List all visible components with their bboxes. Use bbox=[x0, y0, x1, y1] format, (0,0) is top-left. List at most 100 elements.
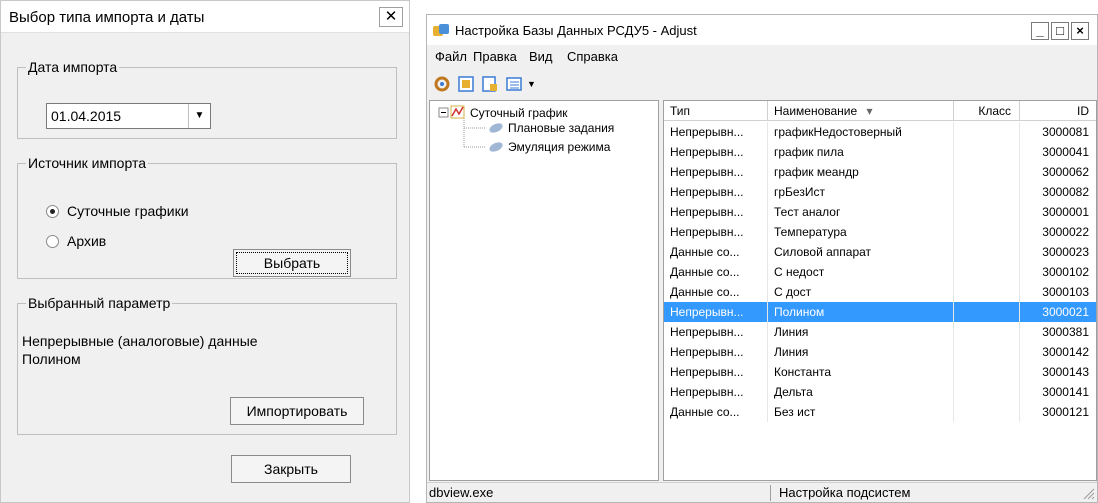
radio-daily-label: Суточные графики bbox=[67, 203, 189, 219]
cell-cls bbox=[954, 282, 1020, 302]
col-type[interactable]: Тип bbox=[664, 101, 768, 121]
table-row[interactable]: Данные со... С недост 3000102 bbox=[664, 262, 1096, 282]
minimize-button[interactable]: _ bbox=[1031, 22, 1049, 40]
cell-id: 3000121 bbox=[1020, 402, 1096, 422]
tree-view: Суточный график Плановые задания Эмуляци… bbox=[429, 100, 659, 481]
close-icon: ✕ bbox=[384, 8, 398, 25]
table-row[interactable]: Данные со... С дост 3000103 bbox=[664, 282, 1096, 302]
cell-name: Без ист bbox=[768, 402, 954, 422]
table-row[interactable]: Непрерывн... Температура 3000022 bbox=[664, 222, 1096, 242]
radio-archive-indicator[interactable] bbox=[46, 235, 59, 248]
task-icon bbox=[489, 123, 503, 133]
tree-root[interactable]: Суточный график bbox=[470, 106, 568, 120]
cell-id: 3000022 bbox=[1020, 222, 1096, 242]
cell-id: 3000001 bbox=[1020, 202, 1096, 222]
cell-cls bbox=[954, 122, 1020, 142]
cell-id: 3000023 bbox=[1020, 242, 1096, 262]
db-settings-window: Настройка Базы Данных РСДУ5 - Adjust _ □… bbox=[426, 14, 1098, 503]
cell-name: Тест аналог bbox=[768, 202, 954, 222]
db-titlebar[interactable]: Настройка Базы Данных РСДУ5 - Adjust _ □… bbox=[427, 15, 1097, 45]
cell-type: Непрерывн... bbox=[664, 122, 768, 142]
emulation-icon bbox=[489, 142, 503, 152]
dialog-title: Выбор типа импорта и даты bbox=[9, 9, 205, 26]
table-row[interactable]: Непрерывн... график пила 3000041 bbox=[664, 142, 1096, 162]
grid-header: Тип Наименование ▾ Класс ID bbox=[664, 101, 1096, 121]
table-row[interactable]: Непрерывн... Линия 3000142 bbox=[664, 342, 1096, 362]
tree-item-plan-tasks[interactable]: Плановые задания bbox=[508, 121, 614, 135]
cell-type: Непрерывн... bbox=[664, 322, 768, 342]
dialog-close-button[interactable]: ✕ bbox=[379, 7, 403, 27]
cell-type: Непрерывн... bbox=[664, 342, 768, 362]
tree-item-emulation[interactable]: Эмуляция режима bbox=[508, 140, 610, 154]
cell-type: Данные со... bbox=[664, 242, 768, 262]
chevron-down-icon[interactable]: ▼ bbox=[188, 104, 210, 128]
table-row[interactable]: Данные со... Силовой аппарат 3000023 bbox=[664, 242, 1096, 262]
menu-edit[interactable]: Правка bbox=[473, 49, 517, 64]
cell-id: 3000102 bbox=[1020, 262, 1096, 282]
table-row[interactable]: Непрерывн... Полином 3000021 bbox=[664, 302, 1096, 322]
selected-param-type: Непрерывные (аналоговые) данные bbox=[22, 333, 258, 349]
grid-icon[interactable] bbox=[457, 75, 475, 93]
cell-type: Непрерывн... bbox=[664, 362, 768, 382]
selected-param-name: Полином bbox=[22, 351, 81, 367]
properties-icon[interactable] bbox=[481, 75, 499, 93]
table-row[interactable]: Непрерывн... Тест аналог 3000001 bbox=[664, 202, 1096, 222]
col-name-label: Наименование bbox=[774, 104, 858, 118]
maximize-button[interactable]: □ bbox=[1051, 22, 1069, 40]
menu-file[interactable]: Файл bbox=[435, 49, 467, 64]
cell-name: С недост bbox=[768, 262, 954, 282]
table-row[interactable]: Непрерывн... Линия 3000381 bbox=[664, 322, 1096, 342]
table-row[interactable]: Непрерывн... грБезИст 3000082 bbox=[664, 182, 1096, 202]
cell-cls bbox=[954, 142, 1020, 162]
selected-param-group: Выбранный параметр Непрерывные (аналогов… bbox=[17, 295, 397, 435]
date-value: 01.04.2015 bbox=[51, 108, 122, 124]
cell-name: Дельта bbox=[768, 382, 954, 402]
close-button[interactable]: Закрыть bbox=[231, 455, 351, 483]
cell-type: Непрерывн... bbox=[664, 302, 768, 322]
table-row[interactable]: Непрерывн... Дельта 3000141 bbox=[664, 382, 1096, 402]
cell-id: 3000062 bbox=[1020, 162, 1096, 182]
cell-id: 3000082 bbox=[1020, 182, 1096, 202]
table-row[interactable]: Данные со... Без ист 3000121 bbox=[664, 402, 1096, 422]
import-button[interactable]: Импортировать bbox=[230, 397, 364, 425]
col-name[interactable]: Наименование ▾ bbox=[768, 101, 954, 121]
source-group: Источник импорта Суточные графики Архив … bbox=[17, 155, 397, 279]
cell-id: 3000142 bbox=[1020, 342, 1096, 362]
table-row[interactable]: Непрерывн... Константа 3000143 bbox=[664, 362, 1096, 382]
col-id[interactable]: ID bbox=[1020, 101, 1096, 121]
table-row[interactable]: Непрерывн... графикНедостоверный 3000081 bbox=[664, 122, 1096, 142]
cell-type: Непрерывн... bbox=[664, 382, 768, 402]
cell-id: 3000381 bbox=[1020, 322, 1096, 342]
menu-help[interactable]: Справка bbox=[567, 49, 618, 64]
refresh-icon[interactable] bbox=[433, 75, 451, 93]
cell-cls bbox=[954, 302, 1020, 322]
radio-daily-graphs[interactable]: Суточные графики bbox=[46, 203, 189, 219]
menubar: Файл Правка Вид Справка bbox=[427, 45, 1097, 67]
table-row[interactable]: Непрерывн... график меандр 3000062 bbox=[664, 162, 1096, 182]
sort-indicator-icon: ▾ bbox=[866, 104, 873, 118]
dropdown-arrow-icon[interactable]: ▼ bbox=[527, 75, 545, 93]
cell-type: Непрерывн... bbox=[664, 202, 768, 222]
cell-name: график пила bbox=[768, 142, 954, 162]
source-group-label: Источник импорта bbox=[28, 155, 146, 171]
cell-cls bbox=[954, 182, 1020, 202]
resize-grip-icon[interactable] bbox=[1081, 486, 1095, 500]
status-exe: dbview.exe bbox=[429, 485, 771, 501]
cell-id: 3000143 bbox=[1020, 362, 1096, 382]
cell-name: график меандр bbox=[768, 162, 954, 182]
select-button[interactable]: Выбрать bbox=[233, 249, 351, 277]
date-combo[interactable]: 01.04.2015 ▼ bbox=[46, 103, 211, 129]
radio-daily-indicator[interactable] bbox=[46, 205, 59, 218]
cell-type: Непрерывн... bbox=[664, 222, 768, 242]
menu-view[interactable]: Вид bbox=[529, 49, 553, 64]
cell-cls bbox=[954, 202, 1020, 222]
cell-type: Непрерывн... bbox=[664, 182, 768, 202]
col-class[interactable]: Класс bbox=[954, 101, 1020, 121]
dialog-titlebar[interactable]: Выбор типа импорта и даты ✕ bbox=[1, 1, 409, 33]
radio-archive[interactable]: Архив bbox=[46, 233, 106, 249]
cell-id: 3000041 bbox=[1020, 142, 1096, 162]
data-grid: Тип Наименование ▾ Класс ID Непрерывн...… bbox=[663, 100, 1097, 481]
list-view-icon[interactable] bbox=[505, 75, 523, 93]
window-close-button[interactable]: × bbox=[1071, 22, 1089, 40]
cell-name: Линия bbox=[768, 342, 954, 362]
